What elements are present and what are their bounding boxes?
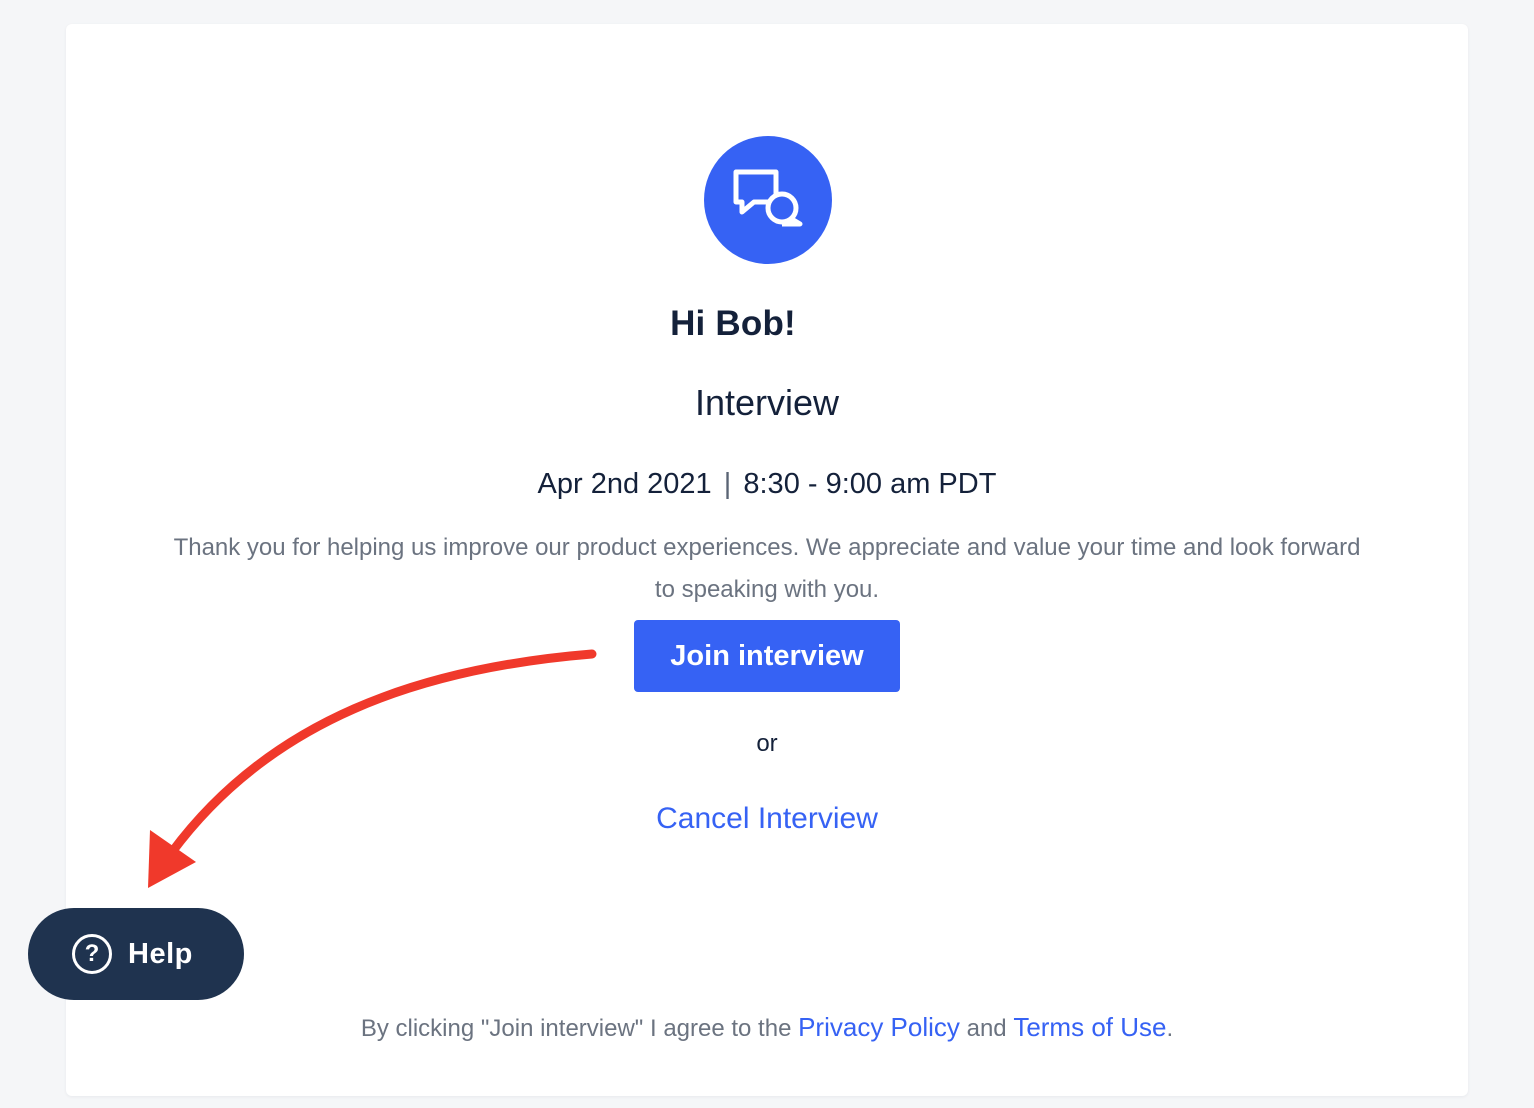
legal-notice: By clicking "Join interview" I agree to … bbox=[66, 1012, 1468, 1043]
help-button[interactable]: ? Help bbox=[28, 908, 244, 1000]
question-circle-icon: ? bbox=[72, 934, 112, 974]
interview-title: Interview bbox=[694, 382, 840, 423]
help-label: Help bbox=[128, 937, 193, 970]
interview-time: 8:30 - 9:00 am PDT bbox=[743, 468, 997, 500]
privacy-policy-link[interactable]: Privacy Policy bbox=[798, 1012, 960, 1042]
interview-card: Hi Bob! Interview Apr 2nd 2021 | 8:30 - … bbox=[66, 24, 1468, 1096]
legal-prefix: By clicking "Join interview" I agree to … bbox=[360, 1015, 799, 1042]
avatar bbox=[704, 136, 832, 264]
legal-suffix: . bbox=[1166, 1015, 1174, 1042]
legal-middle: and bbox=[959, 1015, 1014, 1042]
interview-date: Apr 2nd 2021 bbox=[537, 468, 712, 500]
greeting-heading: Hi Bob! bbox=[670, 304, 796, 343]
terms-of-use-link[interactable]: Terms of Use bbox=[1013, 1012, 1166, 1042]
chat-bubbles-icon bbox=[730, 166, 806, 235]
cancel-interview-link[interactable]: Cancel Interview bbox=[66, 802, 1468, 836]
datetime-separator: | bbox=[723, 468, 732, 500]
join-interview-button[interactable]: Join interview bbox=[634, 620, 900, 692]
interview-datetime: Apr 2nd 2021 | 8:30 - 9:00 am PDT bbox=[66, 468, 1468, 501]
thank-you-message: Thank you for helping us improve our pro… bbox=[173, 534, 1361, 603]
or-divider-text: or bbox=[756, 730, 778, 757]
